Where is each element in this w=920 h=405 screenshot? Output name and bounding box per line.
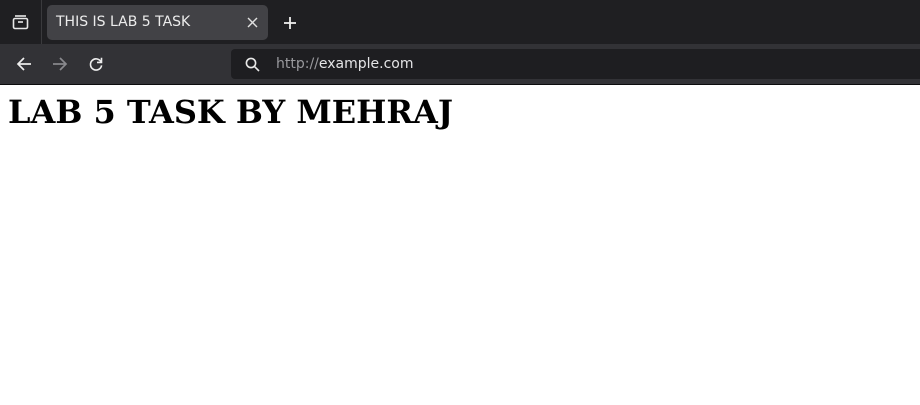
new-tab-button[interactable] [280, 13, 299, 32]
reload-button[interactable] [85, 53, 107, 75]
url-bar[interactable]: http://example.com [231, 49, 920, 79]
url-text[interactable]: http://example.com [276, 56, 414, 73]
page-content: LAB 5 TASK BY MEHRAJ [0, 85, 920, 405]
back-button[interactable] [13, 53, 35, 75]
tab-strip: THIS IS LAB 5 TASK [0, 0, 920, 44]
reload-icon [89, 57, 103, 71]
plus-icon [283, 16, 296, 29]
browser-window: THIS IS LAB 5 TASK http://example.com LA… [0, 0, 920, 405]
tab-active[interactable]: THIS IS LAB 5 TASK [47, 5, 268, 40]
tab-title: THIS IS LAB 5 TASK [56, 14, 191, 30]
page-heading: LAB 5 TASK BY MEHRAJ [8, 93, 453, 131]
url-host: example.com [318, 56, 414, 72]
search-icon [245, 57, 260, 72]
arrow-right-icon [53, 57, 68, 71]
arrow-left-icon [16, 57, 31, 71]
close-icon [247, 17, 258, 28]
tab-overview-icon [12, 14, 29, 29]
forward-button[interactable] [49, 53, 71, 75]
tab-overview-button[interactable] [0, 0, 42, 44]
tab-close-button[interactable] [245, 15, 260, 30]
url-scheme: http:// [276, 56, 319, 72]
navigation-toolbar: http://example.com [0, 44, 920, 84]
url-search-icon-wrap [244, 56, 261, 73]
